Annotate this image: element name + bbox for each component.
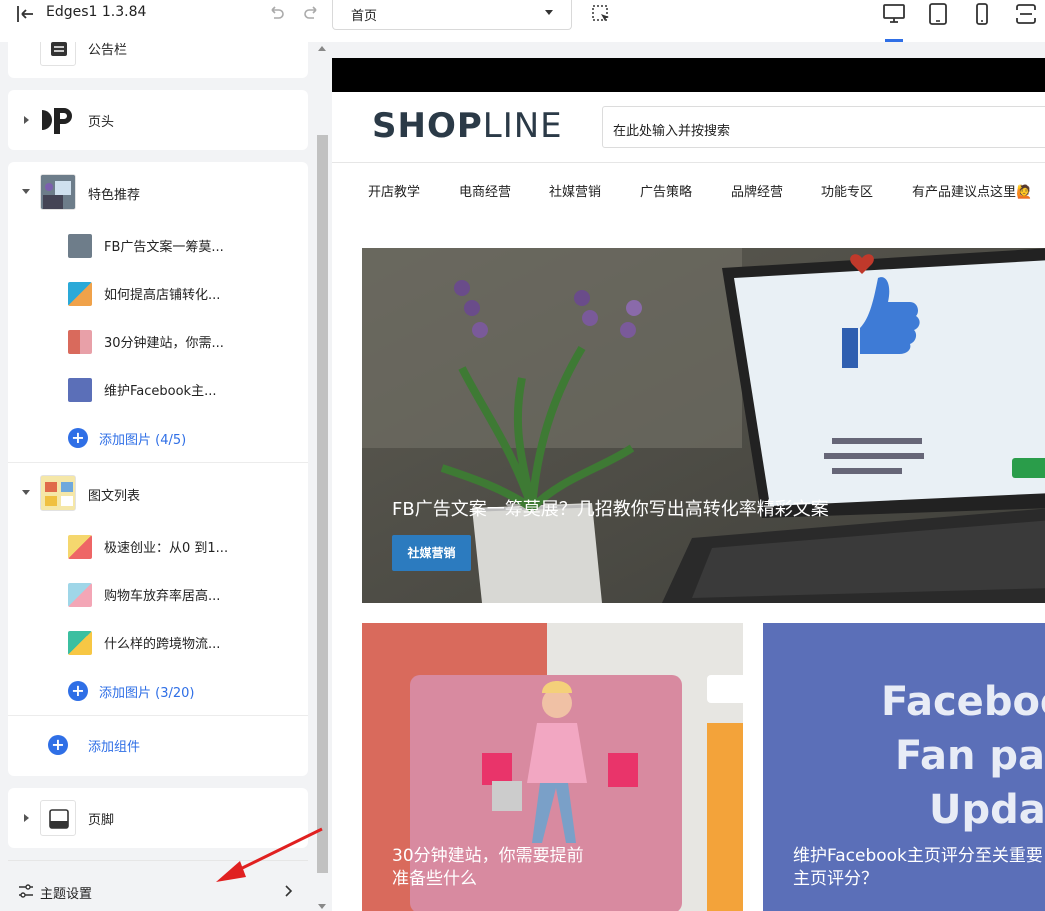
item-label: 极速创业：从0 到1... [104, 541, 229, 556]
scroll-up-arrow[interactable] [318, 46, 326, 51]
app-title: Edges1 1.3.84 [46, 4, 147, 20]
divider [8, 715, 308, 716]
expand-icon[interactable] [24, 116, 29, 124]
announcement-thumbnail [40, 42, 76, 66]
section-label: 页头 [88, 115, 115, 130]
search-input[interactable]: 在此处输入并按搜索 [602, 106, 1045, 148]
plus-icon: + [68, 681, 88, 701]
undo-icon[interactable] [266, 3, 286, 23]
featured-item[interactable]: FB广告文案一筹莫... [8, 222, 308, 270]
collapse-icon[interactable] [22, 490, 30, 495]
add-component-label: 添加组件 [88, 740, 141, 755]
featured-item[interactable]: 维护Facebook主... [8, 366, 308, 414]
nav-item[interactable]: 品牌经营 [731, 181, 783, 200]
image-list-item[interactable]: 极速创业：从0 到1... [8, 523, 308, 571]
add-image-featured[interactable]: + 添加图片 (4/5) [8, 414, 308, 462]
section-label: 图文列表 [88, 489, 141, 504]
header-divider [332, 162, 1045, 163]
nav-item[interactable]: 广告策略 [640, 181, 692, 200]
item-thumbnail [68, 631, 92, 655]
plus-icon: + [48, 735, 68, 755]
featured-hero-card[interactable]: FB广告文案一筹莫展？几招教你写出高转化率精彩文案 社媒营销 [362, 248, 1045, 603]
item-thumbnail [68, 583, 92, 607]
footer-thumbnail [40, 800, 76, 836]
image-list-thumbnail [40, 475, 76, 511]
sections-sidebar: 公告栏 页头 特色推荐 FB广告文案一筹莫... 如何提高店铺转化... 30分… [0, 42, 316, 911]
section-announcement[interactable]: 公告栏 [8, 42, 308, 78]
section-label: 公告栏 [88, 43, 128, 58]
item-thumbnail [68, 330, 92, 354]
page-preview[interactable]: SHOPLINE 在此处输入并按搜索 开店教学 电商经营 社媒营销 广告策略 品… [332, 58, 1045, 911]
chevron-down-icon [545, 10, 553, 15]
chevron-right-icon [285, 885, 293, 897]
redo-icon[interactable] [302, 3, 322, 23]
top-toolbar: Edges1 1.3.84 首页 [0, 0, 1045, 42]
sidebar-scrollbar-thumb[interactable] [317, 135, 328, 873]
section-header[interactable]: 页头 [8, 90, 308, 150]
section-featured[interactable]: 特色推荐 [8, 167, 308, 217]
item-label: FB广告文案一筹莫... [104, 240, 224, 255]
annotation-arrow [216, 827, 323, 882]
section-group-card: 特色推荐 FB广告文案一筹莫... 如何提高店铺转化... 30分钟建站，你需.… [8, 162, 308, 776]
item-label: 什么样的跨境物流... [104, 637, 221, 652]
section-label: 特色推荐 [88, 188, 141, 203]
theme-settings-label: 主题设置 [40, 887, 93, 902]
image-list-item[interactable]: 什么样的跨境物流... [8, 619, 308, 667]
select-element-icon[interactable] [590, 3, 612, 25]
tag-button[interactable]: 社媒营销 [392, 535, 471, 571]
exit-icon[interactable] [14, 3, 36, 25]
shopline-logo: SHOPLINE [372, 106, 563, 146]
item-thumbnail [68, 378, 92, 402]
featured-thumbnail [40, 174, 76, 210]
item-thumbnail [68, 535, 92, 559]
announcement-bar [332, 58, 1045, 92]
fullscreen-icon[interactable] [1014, 2, 1038, 26]
divider [8, 462, 308, 463]
featured-card[interactable]: 30分钟建站，你需要提前 准备些什么 [362, 623, 743, 911]
mobile-icon[interactable] [970, 2, 994, 26]
nav-item[interactable]: 功能专区 [821, 181, 873, 200]
item-label: 购物车放弃率居高... [104, 589, 221, 604]
add-component-button[interactable]: + 添加组件 [8, 721, 308, 769]
section-label: 页脚 [88, 813, 115, 828]
card-title[interactable]: 维护Facebook主页评分至关重要 主页评分？ [793, 845, 1043, 891]
desktop-icon[interactable] [882, 2, 906, 26]
item-label: 维护Facebook主... [104, 384, 217, 399]
hero-title[interactable]: FB广告文案一筹莫展？几招教你写出高转化率精彩文案 [392, 495, 829, 521]
nav-item[interactable]: 有产品建议点这里🙋 [912, 181, 1032, 200]
image-list-item[interactable]: 购物车放弃率居高... [8, 571, 308, 619]
add-image-list[interactable]: + 添加图片 (3/20) [8, 667, 308, 715]
section-image-list[interactable]: 图文列表 [8, 468, 308, 518]
nav-item[interactable]: 社媒营销 [549, 181, 601, 200]
featured-item[interactable]: 30分钟建站，你需... [8, 318, 308, 366]
scroll-down-arrow[interactable] [318, 904, 326, 909]
search-placeholder: 在此处输入并按搜索 [613, 124, 731, 139]
sliders-icon [19, 884, 33, 898]
nav-item[interactable]: 开店教学 [368, 181, 420, 200]
item-label: 30分钟建站，你需... [104, 336, 224, 351]
page-select[interactable]: 首页 [332, 0, 572, 30]
plus-icon: + [68, 428, 88, 448]
item-label: 如何提高店铺转化... [104, 288, 221, 303]
item-thumbnail [68, 234, 92, 258]
add-image-label: 添加图片 (3/20) [99, 686, 195, 701]
expand-icon[interactable] [24, 814, 29, 822]
nav-item[interactable]: 电商经营 [459, 181, 511, 200]
header-thumbnail [40, 102, 76, 138]
active-device-indicator [885, 39, 903, 42]
collapse-icon[interactable] [22, 189, 30, 194]
page-select-value: 首页 [351, 9, 378, 24]
item-thumbnail [68, 282, 92, 306]
add-image-label: 添加图片 (4/5) [99, 433, 187, 448]
featured-item[interactable]: 如何提高店铺转化... [8, 270, 308, 318]
tablet-icon[interactable] [926, 2, 950, 26]
card-title[interactable]: 30分钟建站，你需要提前 准备些什么 [392, 845, 584, 891]
featured-card[interactable]: Facebook Fan page Update 维护Facebook主页评分至… [763, 623, 1045, 911]
